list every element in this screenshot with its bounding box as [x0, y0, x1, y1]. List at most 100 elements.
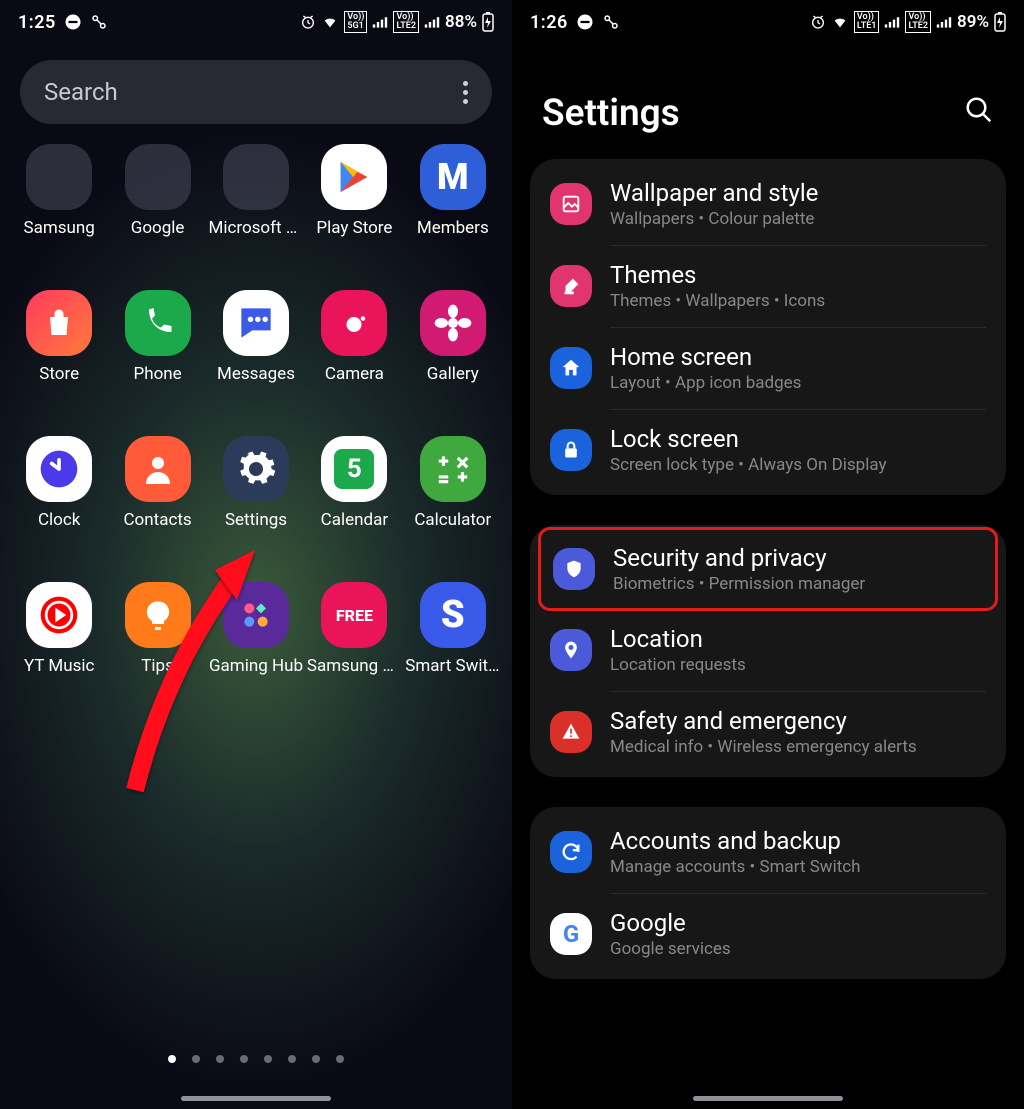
- nav-handle[interactable]: [693, 1096, 843, 1101]
- signal-icon-2: [424, 15, 440, 29]
- settings-row-safety-and-emergency[interactable]: Safety and emergencyMedical info • Wirel…: [530, 691, 1006, 773]
- search-icon[interactable]: [964, 92, 994, 135]
- row-subtitle: Manage accounts • Smart Switch: [610, 857, 861, 877]
- settings-row-lock-screen[interactable]: Lock screenScreen lock type • Always On …: [530, 409, 1006, 491]
- app-camera[interactable]: Camera: [305, 290, 403, 384]
- app-microsoft-a-[interactable]: Microsoft A...: [207, 144, 305, 238]
- app-google[interactable]: Google: [108, 144, 206, 238]
- alarm-icon: [300, 14, 316, 30]
- app-label: Clock: [38, 510, 80, 530]
- status-time: 1:25: [18, 12, 56, 33]
- app-label: Messages: [217, 364, 295, 384]
- app-samsung-free[interactable]: FREE Samsung Free: [305, 582, 403, 676]
- settings-card: Accounts and backupManage accounts • Sma…: [530, 807, 1006, 979]
- app-icon: [125, 290, 191, 356]
- settings-list: Wallpaper and styleWallpapers • Colour p…: [512, 147, 1024, 991]
- battery-percent: 88%: [445, 12, 477, 32]
- app-settings[interactable]: Settings: [207, 436, 305, 530]
- row-subtitle: Medical info • Wireless emergency alerts: [610, 737, 917, 757]
- status-bar: 1:25 Vo))5G1 Vo))LTE2 88%: [0, 0, 512, 44]
- battery-percent: 89%: [957, 12, 989, 32]
- app-label: Tips: [141, 656, 174, 676]
- home-icon: [550, 347, 592, 389]
- app-calculator[interactable]: Calculator: [404, 436, 502, 530]
- row-subtitle: Screen lock type • Always On Display: [610, 455, 887, 475]
- alarm-icon: [810, 14, 826, 30]
- alert-icon: [550, 711, 592, 753]
- settings-row-themes[interactable]: ThemesThemes • Wallpapers • Icons: [530, 245, 1006, 327]
- app-icon: [125, 582, 191, 648]
- app-tips[interactable]: Tips: [108, 582, 206, 676]
- app-icon: [223, 582, 289, 648]
- row-subtitle: Biometrics • Permission manager: [613, 574, 865, 594]
- battery-charging-icon: [994, 12, 1006, 32]
- settings-row-security-and-privacy[interactable]: Security and privacyBiometrics • Permiss…: [538, 527, 998, 611]
- app-contacts[interactable]: Contacts: [108, 436, 206, 530]
- settings-row-location[interactable]: LocationLocation requests: [530, 609, 1006, 691]
- signal-icon-1: [372, 15, 388, 29]
- app-samsung[interactable]: Samsung: [10, 144, 108, 238]
- volte-badge-2: Vo))LTE2: [393, 11, 419, 33]
- app-icon: [26, 582, 92, 648]
- app-gallery[interactable]: Gallery: [404, 290, 502, 384]
- app-icon: [223, 436, 289, 502]
- app-yt-music[interactable]: YT Music: [10, 582, 108, 676]
- row-title: Accounts and backup: [610, 827, 861, 855]
- row-subtitle: Layout • App icon badges: [610, 373, 801, 393]
- app-icon: [26, 144, 92, 210]
- app-icon: [223, 290, 289, 356]
- row-subtitle: Location requests: [610, 655, 746, 675]
- app-icon: [125, 144, 191, 210]
- row-title: Location: [610, 625, 746, 653]
- connection-icon: [90, 13, 108, 31]
- settings-row-home-screen[interactable]: Home screenLayout • App icon badges: [530, 327, 1006, 409]
- app-label: Gaming Hub: [209, 656, 303, 676]
- app-gaming-hub[interactable]: Gaming Hub: [207, 582, 305, 676]
- lock-icon: [550, 429, 592, 471]
- app-smart-switch[interactable]: SSmart Switch: [404, 582, 502, 676]
- settings-card: Security and privacyBiometrics • Permiss…: [530, 525, 1006, 777]
- status-bar: 1:26 Vo))LTE1 Vo))LTE2 89%: [512, 0, 1024, 44]
- app-store[interactable]: Store: [10, 290, 108, 384]
- app-icon: [321, 290, 387, 356]
- signal-icon-2: [936, 15, 952, 29]
- app-messages[interactable]: Messages: [207, 290, 305, 384]
- app-icon: [420, 290, 486, 356]
- row-subtitle: Wallpapers • Colour palette: [610, 209, 818, 229]
- app-clock[interactable]: Clock: [10, 436, 108, 530]
- wifi-icon: [321, 14, 339, 30]
- settings-row-google[interactable]: GGoogleGoogle services: [530, 893, 1006, 975]
- app-members[interactable]: MMembers: [404, 144, 502, 238]
- app-label: Camera: [325, 364, 384, 384]
- app-icon: [26, 290, 92, 356]
- nav-handle[interactable]: [181, 1096, 331, 1101]
- wallpaper-icon: [550, 183, 592, 225]
- brush-icon: [550, 265, 592, 307]
- app-play-store[interactable]: Play Store: [305, 144, 403, 238]
- row-title: Security and privacy: [613, 544, 865, 572]
- home-screen: 1:25 Vo))5G1 Vo))LTE2 88% Search Samsung…: [0, 0, 512, 1109]
- app-phone[interactable]: Phone: [108, 290, 206, 384]
- app-icon: [223, 144, 289, 210]
- signal-icon-1: [884, 15, 900, 29]
- app-calendar[interactable]: 5Calendar: [305, 436, 403, 530]
- app-label: Contacts: [123, 510, 191, 530]
- app-icon: S: [420, 582, 486, 648]
- search-bar[interactable]: Search: [20, 60, 492, 124]
- app-label: YT Music: [24, 656, 94, 676]
- app-label: Members: [417, 218, 489, 238]
- app-icon: FREE: [321, 582, 387, 648]
- shield-icon: [553, 548, 595, 590]
- row-title: Safety and emergency: [610, 707, 917, 735]
- dnd-icon: [64, 13, 82, 31]
- app-label: Calculator: [414, 510, 491, 530]
- menu-dots-icon[interactable]: [463, 81, 468, 104]
- settings-row-wallpaper-and-style[interactable]: Wallpaper and styleWallpapers • Colour p…: [530, 163, 1006, 245]
- app-label: Play Store: [316, 218, 392, 238]
- settings-row-accounts-and-backup[interactable]: Accounts and backupManage accounts • Sma…: [530, 811, 1006, 893]
- app-label: Samsung: [24, 218, 95, 238]
- page-indicator[interactable]: [0, 1055, 512, 1063]
- app-label: Samsung Free: [307, 656, 402, 676]
- row-subtitle: Google services: [610, 939, 731, 959]
- battery-charging-icon: [482, 12, 494, 32]
